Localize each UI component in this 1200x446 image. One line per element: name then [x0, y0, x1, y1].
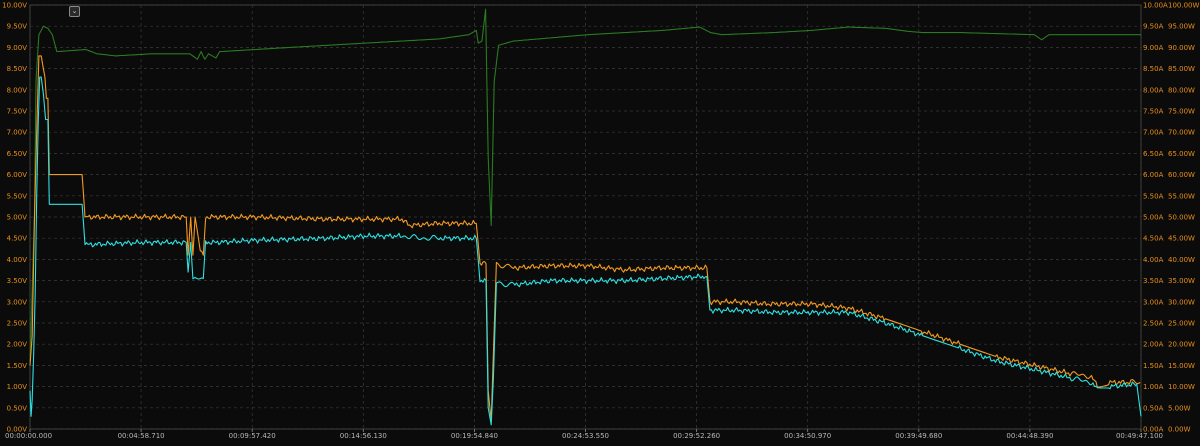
power-tick-label: 25.00W [1168, 320, 1195, 328]
power-tick-label: 20.00W [1168, 341, 1195, 349]
power-tick-label: 40.00W [1168, 256, 1195, 264]
power-tick-label: 10.00W [1168, 383, 1195, 391]
current-tick-label: 0.50A [1143, 404, 1164, 412]
power-tick-label: 100.00W [1168, 2, 1199, 10]
current-tick-label: 2.00A [1143, 341, 1164, 349]
power-log-chart: 0.00V0.50V1.00V1.50V2.00V2.50V3.00V3.50V… [2, 2, 1199, 441]
power-tick-label: 95.00W [1168, 23, 1195, 31]
time-tick-label: 00:49:47.100 [1116, 432, 1163, 440]
current-tick-label: 9.50A [1143, 23, 1164, 31]
power-tick-label: 0.00W [1168, 426, 1191, 434]
time-tick-label: 00:04:58.710 [118, 432, 165, 440]
voltage-tick-label: 2.00V [7, 341, 28, 349]
power-tick-label: 75.00W [1168, 108, 1195, 116]
power-tick-label: 30.00W [1168, 298, 1195, 306]
voltage-tick-label: 4.50V [7, 235, 28, 243]
time-tick-label: 00:19:54.840 [451, 432, 498, 440]
time-tick-label: 00:24:53.550 [562, 432, 609, 440]
power-tick-label: 50.00W [1168, 214, 1195, 222]
current-axis: 0.00A0.50A1.00A1.50A2.00A2.50A3.00A3.50A… [1143, 2, 1168, 434]
time-tick-label: 00:34:50.970 [784, 432, 831, 440]
power-tick-label: 35.00W [1168, 277, 1195, 285]
power-tick-label: 45.00W [1168, 235, 1195, 243]
time-tick-label: 00:44:48.390 [1006, 432, 1053, 440]
current-tick-label: 7.00A [1143, 129, 1164, 137]
time-tick-label: 00:39:49.680 [895, 432, 942, 440]
current-tick-label: 7.50A [1143, 108, 1164, 116]
time-axis: 00:00:00.000 00:04:58.710 00:09:57.420 00:1… [5, 429, 1163, 440]
voltage-tick-label: 10.00V [2, 2, 27, 10]
voltage-tick-label: 3.00V [7, 298, 28, 306]
voltage-tick-label: 9.50V [7, 23, 28, 31]
time-tick-label: 00:14:56.130 [340, 432, 387, 440]
current-tick-label: 5.50A [1143, 192, 1164, 200]
voltage-tick-label: 2.50V [7, 320, 28, 328]
current-tick-label: 1.00A [1143, 383, 1164, 391]
power-tick-label: 60.00W [1168, 171, 1195, 179]
current-tick-label: 5.00A [1143, 214, 1164, 222]
time-tick-label: 00:09:57.420 [229, 432, 276, 440]
current-tick-label: 9.00A [1143, 44, 1164, 52]
current-tick-label: 6.00A [1143, 171, 1164, 179]
voltage-tick-label: 5.50V [7, 192, 28, 200]
voltage-tick-label: 1.00V [7, 383, 28, 391]
voltage-tick-label: 9.00V [7, 44, 28, 52]
current-tick-label: 6.50A [1143, 150, 1164, 158]
power-tick-label: 55.00W [1168, 192, 1195, 200]
power-tick-label: 70.00W [1168, 129, 1195, 137]
current-tick-label: 4.00A [1143, 256, 1164, 264]
power-tick-label: 5.00W [1168, 404, 1191, 412]
voltage-tick-label: 1.50V [7, 362, 28, 370]
current-tick-label: 2.50A [1143, 320, 1164, 328]
power-tick-label: 80.00W [1168, 86, 1195, 94]
voltage-tick-label: 6.00V [7, 171, 28, 179]
voltage-tick-label: 3.50V [7, 277, 28, 285]
current-tick-label: 4.50A [1143, 235, 1164, 243]
voltage-tick-label: 5.00V [7, 214, 28, 222]
current-tick-label: 8.50A [1143, 65, 1164, 73]
voltage-tick-label: 0.50V [7, 404, 28, 412]
current-tick-label: 3.00A [1143, 298, 1164, 306]
power-axis: 0.00W 5.00W 10.00W 15.00W 20.00W 25.00W 30.00W… [1168, 2, 1199, 434]
voltage-tick-label: 7.00V [7, 129, 28, 137]
time-tick-label: 00:29:52.260 [673, 432, 720, 440]
current-tick-label: 3.50A [1143, 277, 1164, 285]
power-tick-label: 90.00W [1168, 44, 1195, 52]
current-tick-label: 10.00A [1143, 2, 1168, 10]
power-tick-label: 15.00W [1168, 362, 1195, 370]
voltage-tick-label: 8.50V [7, 65, 28, 73]
power-tick-label: 85.00W [1168, 65, 1195, 73]
voltage-tick-label: 8.00V [7, 86, 28, 94]
chevron-down-icon[interactable]: ⌄ [69, 6, 80, 17]
current-tick-label: 1.50A [1143, 362, 1164, 370]
power-tick-label: 65.00W [1168, 150, 1195, 158]
voltage-tick-label: 7.50V [7, 108, 28, 116]
voltage-axis: 0.00V0.50V1.00V1.50V2.00V2.50V3.00V3.50V… [2, 2, 27, 434]
time-tick-label: 00:00:00.000 [5, 432, 52, 440]
voltage-tick-label: 4.00V [7, 256, 28, 264]
voltage-tick-label: 6.50V [7, 150, 28, 158]
current-tick-label: 8.00A [1143, 86, 1164, 94]
